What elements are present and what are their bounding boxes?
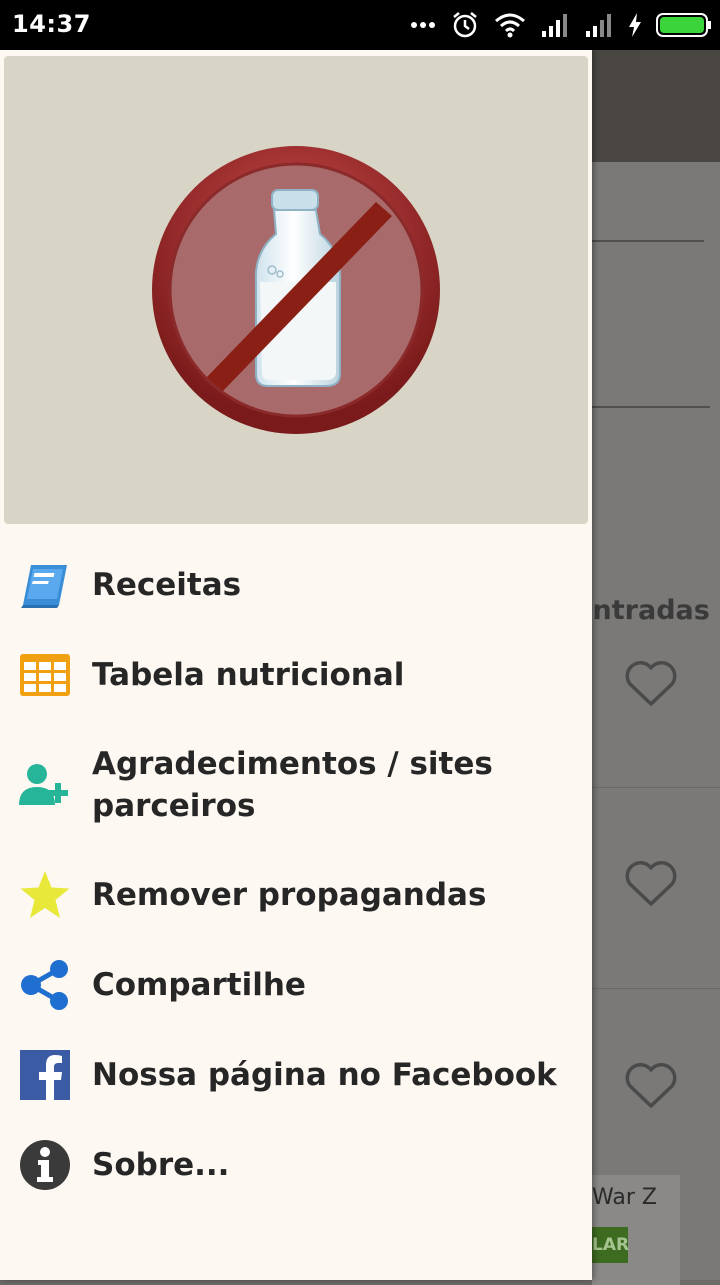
- signal-icon-2: [586, 14, 611, 37]
- wifi-icon: [495, 13, 525, 38]
- menu-label: Tabela nutricional: [92, 657, 405, 693]
- favorite-heart-icon[interactable]: [624, 660, 678, 708]
- alarm-icon: [453, 12, 477, 38]
- book-icon: [18, 558, 72, 612]
- star-icon: [18, 868, 72, 922]
- menu-item-receitas[interactable]: Receitas: [0, 540, 592, 630]
- background-heading: ontradas: [574, 595, 710, 626]
- drawer-menu: Receitas Tabela nutricional Agradeciment…: [0, 540, 592, 1210]
- info-icon: [18, 1138, 72, 1192]
- no-milk-bottle-icon: [152, 146, 440, 434]
- menu-label: Agradecimentos / sites parceiros: [92, 746, 493, 824]
- navigation-drawer: Receitas Tabela nutricional Agradeciment…: [0, 50, 592, 1280]
- signal-icon-1: [542, 14, 567, 37]
- drawer-header: [4, 56, 588, 524]
- background-ad: War Z LAR: [592, 1175, 680, 1285]
- menu-item-agradecimentos[interactable]: Agradecimentos / sites parceiros: [0, 720, 592, 850]
- background-input-line: [592, 240, 704, 242]
- status-bar: 14:37: [0, 0, 720, 50]
- menu-item-remover-propagandas[interactable]: Remover propagandas: [0, 850, 592, 940]
- background-divider: [590, 988, 720, 989]
- ad-title: War Z: [592, 1185, 657, 1210]
- status-time: 14:37: [12, 10, 91, 38]
- favorite-heart-icon[interactable]: [624, 860, 678, 908]
- share-icon: [18, 958, 72, 1012]
- table-grid-icon: [18, 648, 72, 702]
- menu-item-sobre[interactable]: Sobre...: [0, 1120, 592, 1210]
- menu-label: Remover propagandas: [92, 877, 487, 913]
- menu-item-facebook[interactable]: Nossa página no Facebook: [0, 1030, 592, 1120]
- menu-label: Nossa página no Facebook: [92, 1057, 557, 1093]
- menu-label: Sobre...: [92, 1147, 230, 1183]
- facebook-icon: [18, 1048, 72, 1102]
- menu-label: Compartilhe: [92, 967, 306, 1003]
- background-input-line: [592, 406, 710, 408]
- charging-icon: [629, 13, 641, 37]
- more-dots-icon: [411, 22, 435, 28]
- ad-install-button[interactable]: LAR: [592, 1227, 629, 1263]
- menu-label: Receitas: [92, 567, 242, 603]
- add-user-icon: [18, 758, 72, 812]
- battery-icon: [656, 13, 711, 37]
- status-icons: [410, 8, 712, 42]
- menu-item-compartilhe[interactable]: Compartilhe: [0, 940, 592, 1030]
- favorite-heart-icon[interactable]: [624, 1062, 678, 1110]
- background-divider: [590, 787, 720, 788]
- menu-item-tabela-nutricional[interactable]: Tabela nutricional: [0, 630, 592, 720]
